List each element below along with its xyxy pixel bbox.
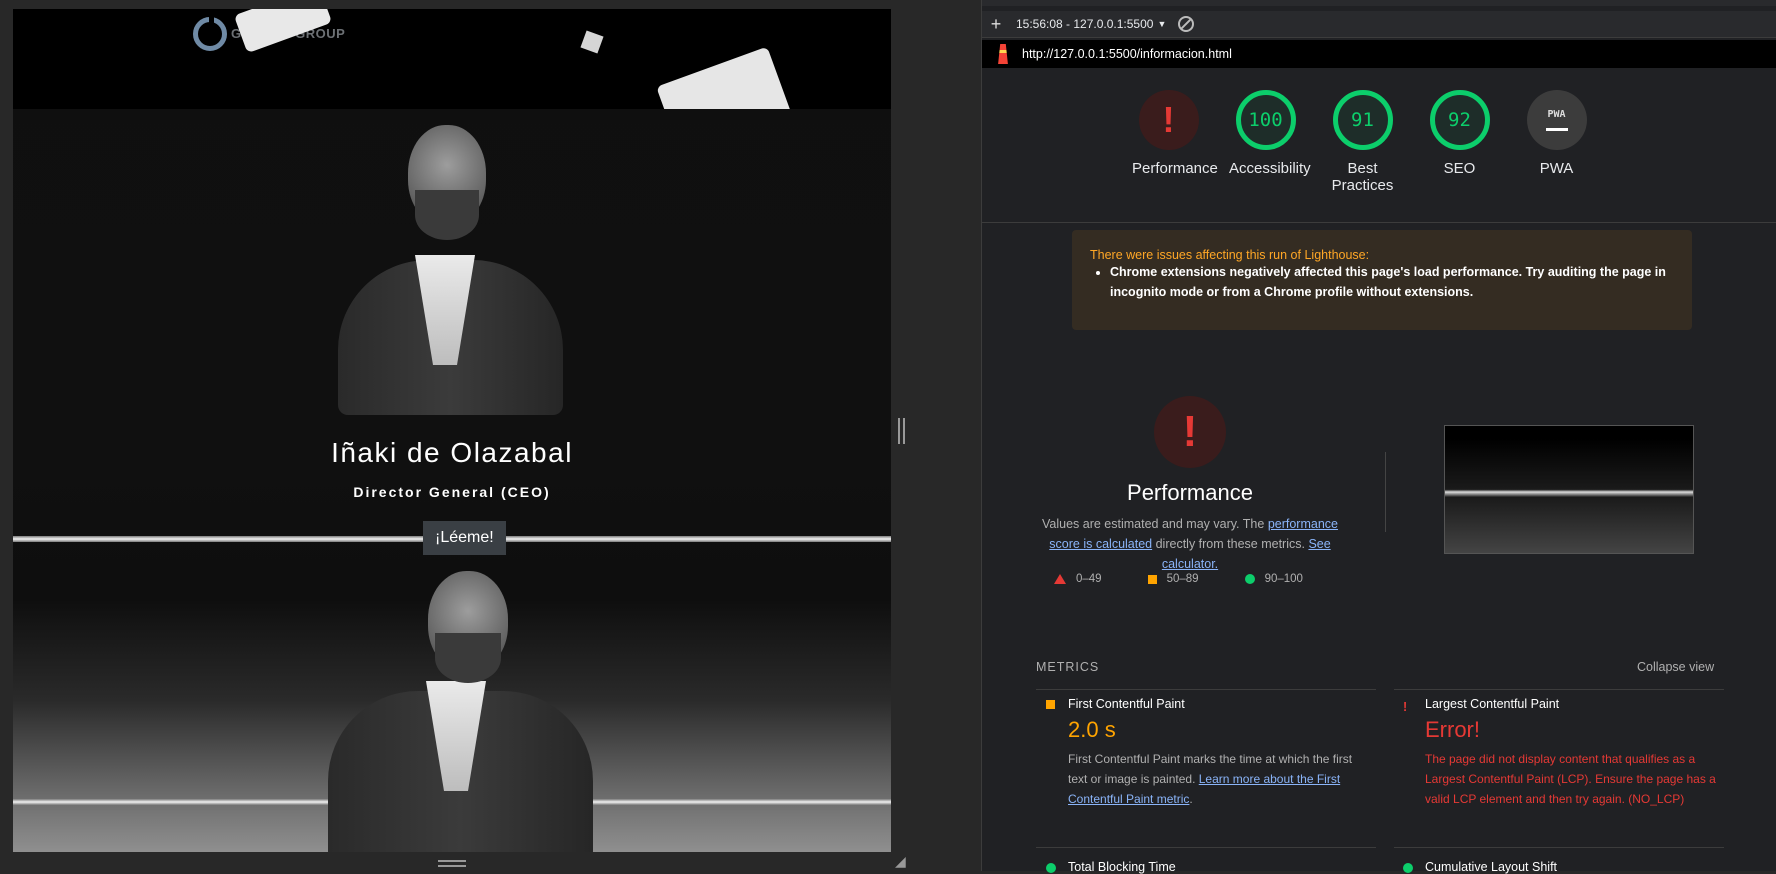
run-warnings-box: There were issues affecting this run of …: [1072, 230, 1692, 330]
gauge-accessibility[interactable]: 100 Accessibility: [1229, 90, 1311, 194]
performance-description: Values are estimated and may vary. The p…: [1041, 517, 1338, 571]
ceo-photo: [323, 115, 573, 415]
gauge-label: Accessibility: [1229, 160, 1311, 177]
lighthouse-toolbar: + 15:56:08 - 127.0.0.1:5500 ▼: [982, 11, 1776, 38]
divider: [1394, 847, 1724, 848]
gauge-best-practices[interactable]: 91 Best Practices: [1326, 90, 1399, 194]
gauge-score: 100: [1235, 90, 1296, 150]
logo-icon: [193, 16, 227, 51]
gauge-label: Best Practices: [1331, 160, 1394, 194]
metric-value: 2.0 s: [1068, 717, 1116, 742]
performance-title: Performance: [1127, 480, 1253, 505]
lighthouse-icon: [998, 44, 1008, 64]
clear-icon[interactable]: [1178, 16, 1195, 32]
gauge-pwa[interactable]: PWA PWA: [1520, 90, 1593, 194]
resize-corner-icon[interactable]: ◢: [895, 853, 906, 870]
metrics-header: METRICS: [1036, 660, 1100, 674]
pass-circle-icon: [1046, 863, 1056, 873]
metric-title: First Contentful Paint: [1068, 697, 1185, 711]
warning-title: There were issues affecting this run of …: [1090, 248, 1370, 262]
fail-triangle-icon: [1054, 574, 1066, 584]
final-screenshot-thumbnail[interactable]: [1444, 425, 1694, 554]
gauge-label: SEO: [1443, 160, 1476, 177]
divider: [982, 222, 1776, 223]
decorative-square: [580, 30, 604, 54]
person-name: Iñaki de Olazabal: [331, 437, 573, 468]
metric-fcp: First Contentful Paint 2.0 s First Conte…: [1046, 697, 1368, 809]
gauge-error-icon: !: [1138, 90, 1199, 150]
average-square-icon: [1147, 574, 1157, 584]
collapse-view-toggle[interactable]: Collapse view: [1637, 660, 1714, 674]
decorative-card: [656, 46, 798, 109]
average-square-icon: [1046, 700, 1055, 709]
devtools-tab-strip[interactable]: [982, 0, 1776, 6]
metric-cls: Cumulative Layout Shift: [1403, 860, 1725, 874]
gauge-score: 91: [1332, 90, 1393, 150]
pass-circle-icon: [1403, 863, 1413, 873]
report-selector[interactable]: 15:56:08 - 127.0.0.1:5500: [1016, 17, 1153, 31]
metric-tbt: Total Blocking Time: [1046, 860, 1368, 874]
warning-item: Chrome extensions negatively affected th…: [1110, 262, 1680, 302]
metric-value: Error!: [1425, 717, 1480, 742]
metric-title: Cumulative Layout Shift: [1425, 860, 1558, 874]
performance-error-icon: !: [1154, 396, 1226, 468]
resize-handle-right[interactable]: [898, 418, 905, 444]
metric-lcp: ! Largest Contentful Paint Error! The pa…: [1403, 697, 1725, 809]
divider: [1385, 452, 1386, 532]
page-viewport: GOMESS GROUP Iñaki de Olazabal Director …: [13, 9, 891, 852]
devtools-panel: + 15:56:08 - 127.0.0.1:5500 ▼ http://127…: [981, 0, 1776, 874]
new-report-icon[interactable]: +: [982, 14, 1010, 35]
gauge-label: PWA: [1539, 160, 1574, 177]
gauge-score: 92: [1429, 90, 1490, 150]
gauge-seo[interactable]: 92 SEO: [1423, 90, 1496, 194]
page-header: GOMESS GROUP: [13, 9, 891, 109]
divider: [1036, 847, 1376, 848]
person-role: Director General (CEO): [353, 484, 551, 500]
metric-title: Total Blocking Time: [1068, 860, 1176, 874]
pwa-icon: PWA: [1526, 90, 1587, 150]
error-icon: !: [1403, 700, 1408, 714]
read-more-button[interactable]: ¡Léeme!: [423, 521, 506, 555]
score-gauges: ! Performance 100 Accessibility 91 Best …: [1132, 90, 1593, 194]
divider: [1036, 689, 1376, 690]
chevron-down-icon[interactable]: ▼: [1157, 19, 1166, 29]
metric-description: First Contentful Paint marks the time at…: [1068, 752, 1353, 806]
metric-title: Largest Contentful Paint: [1425, 697, 1560, 711]
report-url[interactable]: http://127.0.0.1:5500/informacion.html: [1022, 47, 1232, 61]
gauge-label: Performance: [1132, 160, 1218, 177]
gauge-performance[interactable]: ! Performance: [1132, 90, 1218, 194]
person-photo: [318, 561, 598, 852]
report-url-bar: http://127.0.0.1:5500/informacion.html: [982, 40, 1776, 68]
score-legend: 0–49 50–89 90–100: [1054, 573, 1303, 585]
resize-handle-bottom[interactable]: [438, 860, 466, 867]
metric-description: The page did not display content that qu…: [1425, 752, 1716, 806]
pass-circle-icon: [1244, 574, 1255, 584]
divider: [1394, 689, 1724, 690]
